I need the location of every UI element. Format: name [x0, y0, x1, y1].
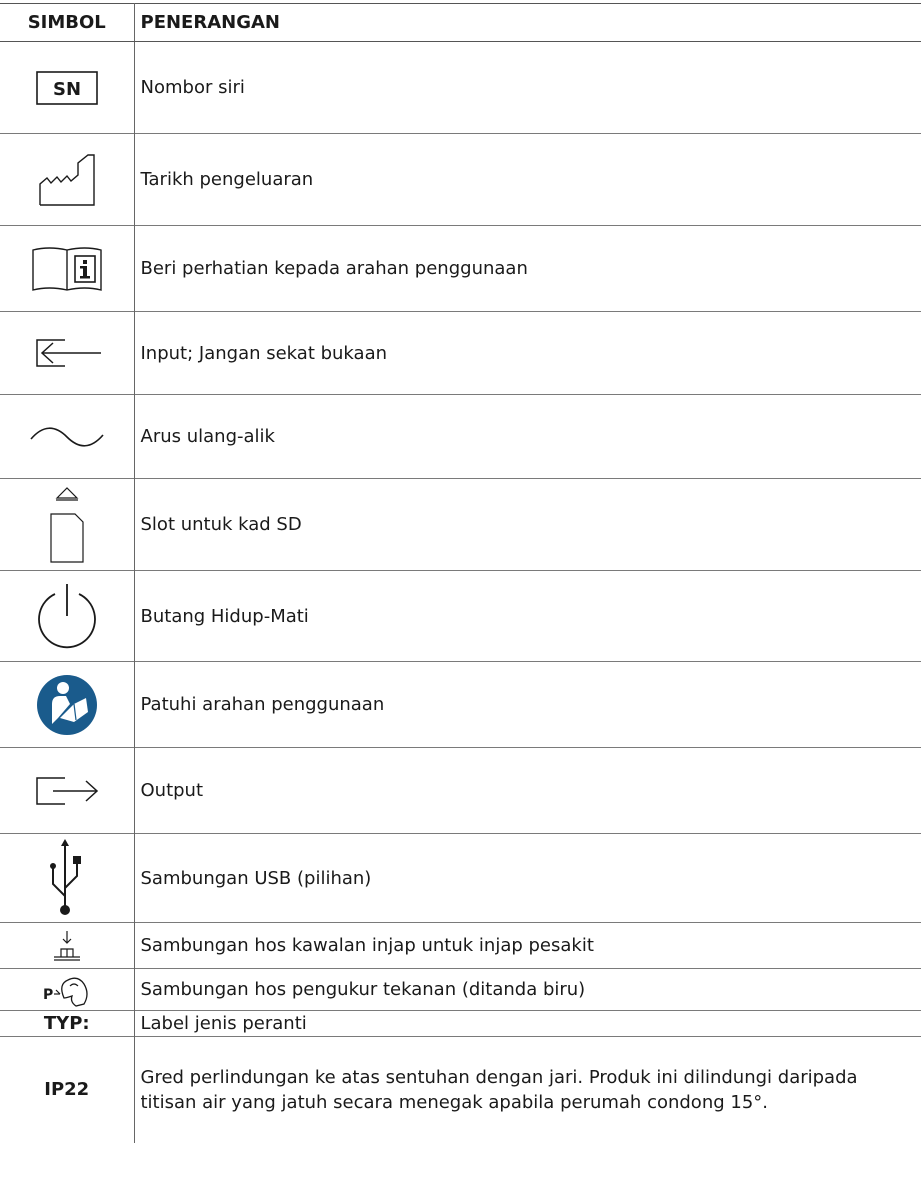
symbol-cell [0, 833, 135, 923]
pressure-hose-icon: P [43, 977, 88, 1007]
description-cell: Sambungan hos kawalan injap untuk injap … [140, 935, 594, 956]
ip-rating-symbol: IP22 [44, 1079, 90, 1101]
description-cell: Gred perlindungan ke atas sentuhan denga… [140, 1066, 858, 1113]
follow-instructions-icon [36, 674, 97, 735]
symbol-cell [0, 922, 135, 969]
input-icon [36, 339, 101, 367]
table-row: Beri perhatian kepada arahan penggunaan [0, 225, 921, 312]
table-row: Sambungan hos kawalan injap untuk injap … [0, 922, 921, 969]
symbol-cell: IP22 [0, 1036, 135, 1143]
description-cell: Beri perhatian kepada arahan penggunaan [140, 258, 528, 279]
alternating-current-icon [30, 426, 104, 447]
symbol-cell [0, 225, 135, 312]
description-cell: Nombor siri [140, 77, 245, 98]
consult-instructions-icon [32, 246, 102, 291]
symbol-cell [0, 570, 135, 662]
description-cell: Label jenis peranti [140, 1013, 307, 1034]
description-cell: Arus ulang-alik [140, 426, 275, 447]
table-row: P Sambungan hos pengukur tekanan (ditand… [0, 968, 921, 1011]
table-header-row: SIMBOL PENERANGAN [0, 3, 921, 42]
description-cell: Slot untuk kad SD [140, 514, 302, 535]
serial-number-icon: SN [35, 70, 98, 105]
description-cell: Butang Hidup-Mati [140, 605, 309, 627]
table-row: SN Nombor siri [0, 41, 921, 134]
sd-card-slot-icon [50, 486, 84, 563]
table-row: Input; Jangan sekat bukaan [0, 311, 921, 395]
symbol-cell: TYP: [0, 1010, 135, 1037]
symbol-cell [0, 478, 135, 571]
symbol-table: SIMBOL PENERANGAN SN Nombor siri Tarikh … [0, 3, 921, 1143]
symbol-cell: P [0, 968, 135, 1011]
device-type-symbol: TYP: [43, 1013, 90, 1034]
usb-icon [49, 839, 81, 915]
table-row: Sambungan USB (pilihan) [0, 833, 921, 923]
output-icon [36, 776, 98, 805]
table-row: IP22 Gred perlindungan ke atas sentuhan … [0, 1036, 921, 1143]
table-row: Tarikh pengeluaran [0, 133, 921, 226]
description-cell: Sambungan USB (pilihan) [140, 867, 372, 889]
description-cell: Input; Jangan sekat bukaan [140, 342, 388, 364]
valve-control-hose-icon [53, 930, 80, 961]
table-row: TYP: Label jenis peranti [0, 1010, 921, 1037]
date-of-manufacture-icon [39, 153, 95, 206]
table-row: Patuhi arahan penggunaan [0, 661, 921, 748]
header-description: PENERANGAN [134, 3, 921, 42]
symbol-cell [0, 133, 135, 226]
description-cell: Tarikh pengeluaran [140, 169, 314, 190]
table-row: Arus ulang-alik [0, 394, 921, 479]
table-row: Output [0, 747, 921, 834]
table-row: Slot untuk kad SD [0, 478, 921, 571]
table-row: Butang Hidup-Mati [0, 570, 921, 662]
description-cell: Patuhi arahan penggunaan [140, 694, 385, 715]
symbol-cell [0, 311, 135, 395]
serial-number-text: SN [53, 79, 81, 100]
pressure-hose-letter: P [43, 987, 53, 1003]
description-cell: Sambungan hos pengukur tekanan (ditanda … [140, 979, 586, 1000]
header-symbol: SIMBOL [0, 3, 135, 42]
symbol-cell [0, 661, 135, 748]
symbol-cell [0, 394, 135, 479]
symbol-cell [0, 747, 135, 834]
power-button-icon [37, 584, 96, 649]
symbol-cell: SN [0, 41, 135, 134]
description-cell: Output [140, 780, 204, 801]
